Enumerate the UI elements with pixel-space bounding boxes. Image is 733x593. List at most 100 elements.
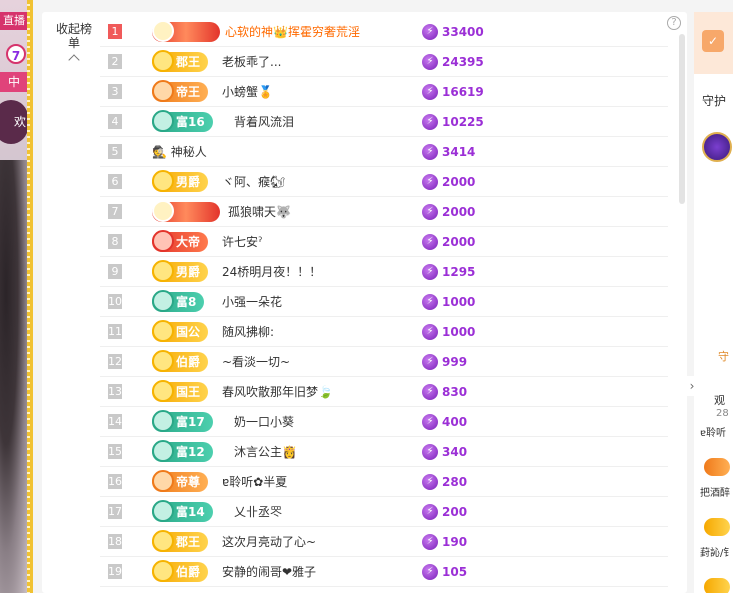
live-video-strip[interactable]: 直播 7 中 欢: [0, 0, 33, 593]
gift-banner[interactable]: ✓: [694, 12, 733, 74]
lightning-icon: ⚡: [422, 204, 438, 220]
user-name[interactable]: 随风拂柳:: [222, 323, 274, 340]
rank-number: 10: [108, 294, 122, 309]
user-name[interactable]: 许七安ˀ: [222, 233, 262, 250]
rank-number: 2: [108, 54, 122, 69]
lightning-icon: ⚡: [422, 384, 438, 400]
medal-icon: [152, 500, 174, 522]
user-name[interactable]: 这次月亮动了心~: [222, 533, 316, 550]
ranking-row[interactable]: 3 帝王 小螃蟹🏅 ⚡ 16619: [100, 77, 668, 107]
viewer-item[interactable]: ɐ聆听: [700, 424, 726, 439]
contribution-score: ⚡ 200: [422, 502, 467, 522]
user-name[interactable]: 春风吹散那年旧梦🍃: [222, 383, 333, 400]
ranking-row[interactable]: 5 🕵 神秘人 ⚡ 3414: [100, 137, 668, 167]
medal-icon: [152, 50, 174, 72]
user-name[interactable]: 小强一朵花: [222, 293, 282, 310]
lightning-icon: ⚡: [422, 294, 438, 310]
user-name[interactable]: 🕵 神秘人: [152, 143, 207, 160]
user-name[interactable]: 心软的神👑挥霍穷奢荒淫: [225, 23, 360, 40]
ranking-row[interactable]: 6 男爵 ヾ阿、瘊🐿 ⚡ 2000: [100, 167, 668, 197]
lightning-icon: ⚡: [422, 354, 438, 370]
contribution-score: ⚡ 24395: [422, 52, 484, 72]
ranking-panel: 收起榜单 ? 1 心软的神👑挥霍穷奢荒淫 ⚡ 33400 2 郡王 老板乖了... ⚡ 2439…: [42, 12, 687, 593]
contribution-score: ⚡ 999: [422, 352, 467, 372]
ranking-list: 1 心软的神👑挥霍穷奢荒淫 ⚡ 33400 2 郡王 老板乖了... ⚡ 24395 3 帝王 小螃蟹…: [100, 17, 668, 587]
rank-badge: 郡王: [152, 50, 209, 72]
score-value: 2000: [442, 175, 476, 189]
avatar-bubble[interactable]: 欢: [0, 100, 28, 144]
contribution-score: ⚡ 2000: [422, 172, 475, 192]
score-value: 24395: [442, 55, 484, 69]
badge-label: 帝尊: [176, 475, 201, 489]
rank-number: 4: [108, 114, 122, 129]
ranking-row[interactable]: 17 富14 乂卝丞罖 ⚡ 200: [100, 497, 668, 527]
rank-number: 13: [108, 384, 122, 399]
medal-icon: [152, 530, 174, 552]
lightning-icon: ⚡: [422, 474, 438, 490]
ranking-row[interactable]: 13 国王 春风吹散那年旧梦🍃 ⚡ 830: [100, 377, 668, 407]
user-name[interactable]: ~看淡一切~: [222, 353, 290, 370]
ranking-row[interactable]: 1 心软的神👑挥霍穷奢荒淫 ⚡ 33400: [100, 17, 668, 47]
ranking-row[interactable]: 8 大帝 许七安ˀ ⚡ 2000: [100, 227, 668, 257]
lightning-icon: ⚡: [422, 324, 438, 340]
ranking-row[interactable]: 9 男爵 24桥明月夜！！！ ⚡ 1295: [100, 257, 668, 287]
ranking-row[interactable]: 15 富12 沐言公主👸 ⚡ 340: [100, 437, 668, 467]
medal-icon: [152, 230, 174, 252]
badge-label: 男爵: [176, 265, 201, 279]
user-name[interactable]: 孤狼啸天🐺: [228, 203, 291, 220]
medal-icon: [152, 350, 174, 372]
user-name[interactable]: ɐ聆听✿半夏: [222, 473, 287, 490]
ranking-row[interactable]: 7 孤狼啸天🐺 ⚡ 2000: [100, 197, 668, 227]
chevron-up-icon: [68, 54, 80, 66]
badge-label: 富17: [176, 415, 205, 429]
lightning-icon: ⚡: [422, 504, 438, 520]
rank-number: 18: [108, 534, 122, 549]
user-name[interactable]: 老板乖了...: [222, 53, 281, 70]
badge-label: 伯爵: [176, 565, 201, 579]
scrollbar[interactable]: [679, 34, 685, 204]
contribution-score: ⚡ 190: [422, 532, 467, 552]
ranking-row[interactable]: 16 帝尊 ɐ聆听✿半夏 ⚡ 280: [100, 467, 668, 497]
lightning-icon: ⚡: [422, 414, 438, 430]
viewer-item[interactable]: 把酒醉: [700, 484, 730, 499]
ranking-row[interactable]: 18 郡王 这次月亮动了心~ ⚡ 190: [100, 527, 668, 557]
rank-badge: 国王: [152, 380, 209, 402]
lightning-icon: ⚡: [422, 174, 438, 190]
guard-tab[interactable]: 守护: [702, 92, 726, 109]
guard-link[interactable]: 守: [718, 348, 729, 364]
score-value: 190: [442, 535, 468, 549]
medal-icon: [704, 578, 730, 593]
user-name[interactable]: 沐言公主👸: [234, 443, 297, 460]
user-name[interactable]: 奶一口小葵: [234, 413, 294, 430]
user-name[interactable]: ヾ阿、瘊🐿: [222, 173, 285, 190]
contribution-score: ⚡ 2000: [422, 232, 475, 252]
border-dots: [27, 0, 30, 593]
rank-badge: [152, 200, 220, 222]
question-icon[interactable]: ?: [667, 16, 681, 30]
ranking-row[interactable]: 2 郡王 老板乖了... ⚡ 24395: [100, 47, 668, 77]
contribution-score: ⚡ 3414: [422, 142, 475, 162]
medal-icon: [152, 470, 174, 492]
collapse-ranking-button[interactable]: 收起榜单: [56, 22, 92, 66]
ranking-row[interactable]: 14 富17 奶一口小葵 ⚡ 400: [100, 407, 668, 437]
ranking-row[interactable]: 12 伯爵 ~看淡一切~ ⚡ 999: [100, 347, 668, 377]
user-name[interactable]: 安静的闹哥❤雅子: [222, 563, 316, 580]
badge-label: 富14: [176, 505, 205, 519]
score-value: 16619: [442, 85, 484, 99]
user-name[interactable]: 小螃蟹🏅: [222, 83, 273, 100]
ranking-row[interactable]: 10 富8 小强一朵花 ⚡ 1000: [100, 287, 668, 317]
user-name[interactable]: 背着风流泪: [234, 113, 294, 130]
ranking-row[interactable]: 19 伯爵 安静的闹哥❤雅子 ⚡ 105: [100, 557, 668, 587]
guard-avatar-icon: [702, 132, 732, 162]
viewer-item[interactable]: 葑訫/钅: [700, 544, 733, 559]
badge-label: 富8: [176, 295, 197, 309]
contribution-score: ⚡ 16619: [422, 82, 484, 102]
user-name[interactable]: 24桥明月夜！！！: [222, 263, 321, 280]
contribution-score: ⚡ 1000: [422, 292, 475, 312]
ranking-row[interactable]: 11 国公 随风拂柳: ⚡ 1000: [100, 317, 668, 347]
contribution-score: ⚡ 10225: [422, 112, 484, 132]
user-name[interactable]: 乂卝丞罖: [234, 503, 282, 520]
contribution-score: ⚡ 1295: [422, 262, 475, 282]
ranking-row[interactable]: 4 富16 背着风流泪 ⚡ 10225: [100, 107, 668, 137]
status-tag: 中: [0, 72, 28, 92]
